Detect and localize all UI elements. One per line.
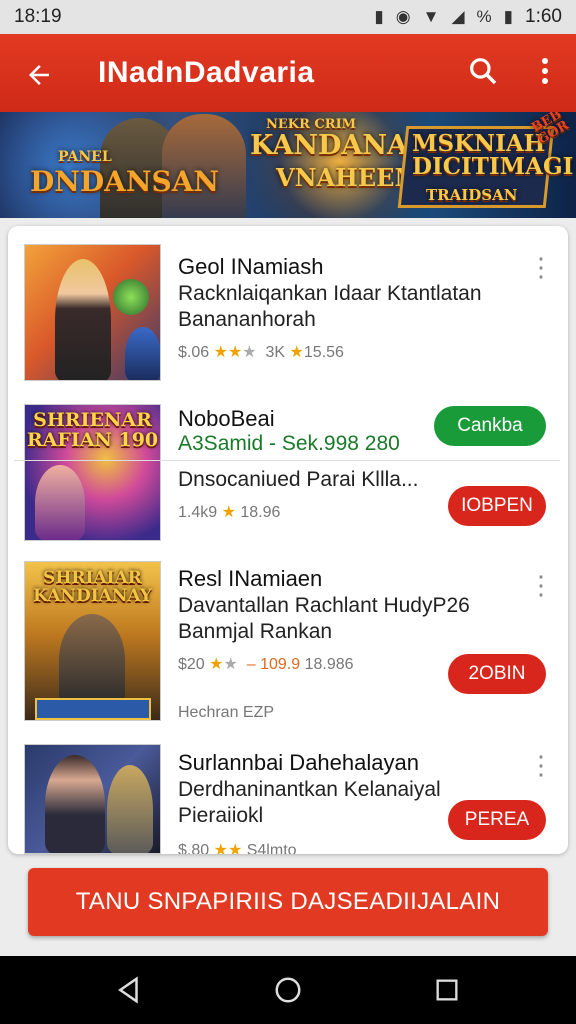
rank-label: – 109.9: [246, 656, 301, 673]
game-extra-info: Hechran EZP: [178, 704, 275, 721]
system-nav-bar: [0, 956, 576, 1024]
banner-text-left: DNDANSAN: [30, 165, 220, 198]
game-name: Surlannbai Dahehalayan: [178, 750, 419, 775]
status-icons: ▮ ◉ ▼ ◢ % ▮ 1:60: [374, 6, 562, 28]
game-thumbnail: SHRIENAR RAFIAN 190: [24, 404, 161, 541]
star-icon: ★: [289, 344, 304, 361]
signal-icon: ◢: [451, 7, 465, 26]
rating-label: S4lmto: [246, 842, 297, 854]
list-item[interactable]: SHRIENAR RAFIAN 190 NoboBeai A3Samid - S…: [8, 396, 568, 556]
star-icon: ★: [209, 656, 224, 673]
percent-glyph: %: [476, 7, 492, 26]
star-icon: ★★: [213, 842, 243, 854]
app-title: INadnDadvaria: [98, 56, 315, 89]
search-button[interactable]: [452, 55, 514, 92]
game-thumbnail: [24, 744, 161, 854]
nav-recents-button[interactable]: [417, 960, 477, 1020]
game-description: Derdhaninantkan Kelanaiyal: [178, 778, 441, 801]
search-icon: [470, 57, 497, 84]
game-meta: 1.4k9 ★ 18.96: [178, 502, 280, 522]
divider: [14, 460, 560, 461]
star-empty-icon: ★: [242, 344, 257, 361]
game-list-card: Geol INamiash Racknlaiqankan Idaar Ktant…: [8, 226, 568, 854]
game-meta: $20 ★★ – 109.9 18.986: [178, 654, 354, 674]
star-icon: ★: [221, 504, 236, 521]
alarm-icon: ◉: [395, 7, 411, 26]
banner-text-right: MSKNIAH DICITIMAGI: [412, 130, 574, 180]
status-time: 18:19: [14, 6, 62, 27]
thumbnail-title: SHRIENAR RAFIAN 190: [26, 409, 159, 451]
nav-home-icon: [275, 977, 301, 1003]
more-options-button[interactable]: [514, 56, 576, 91]
nav-home-button[interactable]: [258, 960, 318, 1020]
list-item[interactable]: Surlannbai Dahehalayan Derdhaninantkan K…: [8, 736, 568, 854]
status-battery-text: 1:60: [525, 6, 562, 27]
game-description: Dnsocaniued Parai Kllla...: [178, 468, 419, 491]
downloads-label: 3K: [265, 344, 286, 361]
game-description: Racknlaiqankan Idaar Ktantlatan: [178, 282, 482, 305]
price-label: $.80: [178, 842, 210, 854]
list-item[interactable]: Geol INamiash Racknlaiqankan Idaar Ktant…: [8, 226, 568, 396]
game-subtitle: A3Samid - Sek.998 280: [178, 432, 400, 455]
star-empty-icon: ★: [223, 656, 238, 673]
open-button[interactable]: 2OBIN: [448, 654, 546, 694]
vibrate-icon: ▮: [374, 7, 384, 26]
nav-back-button[interactable]: [99, 960, 159, 1020]
game-name: Geol INamiash: [178, 254, 324, 279]
status-bar: 18:19 ▮ ◉ ▼ ◢ % ▮ 1:60: [0, 0, 576, 34]
banner-text-right-sub: TRAIDSAN: [426, 186, 518, 204]
open-button[interactable]: IOBPEN: [448, 486, 546, 526]
promo-banner[interactable]: DNDANSAN PANEL NEKR CRIM KANDANAAR VNAHE…: [0, 112, 576, 218]
rating-label: 15.56: [303, 344, 344, 361]
rating-label: 18.986: [304, 656, 354, 673]
more-vert-icon: [542, 57, 548, 84]
item-more-button[interactable]: ⋮: [528, 750, 554, 780]
nav-recents-icon: [436, 979, 458, 1001]
battery-icon: ▮: [503, 7, 514, 26]
wifi-icon: ▼: [422, 7, 440, 26]
list-item[interactable]: SHRIAIAR KANDIANAY Resl INamiaen Davanta…: [8, 556, 568, 736]
thumbnail-title: SHRIAIAR KANDIANAY: [33, 568, 152, 606]
open-button[interactable]: PEREA: [448, 800, 546, 840]
nav-back-icon: [118, 976, 139, 1004]
game-description-2: Pieraiiokl: [178, 804, 264, 827]
bottom-action-button[interactable]: TANU SNPAPIRIIS DAJSEADIIJALAIN: [28, 868, 548, 936]
app-bar: INadnDadvaria: [0, 34, 576, 112]
game-meta: $.06 ★★★ 3K ★15.56: [178, 342, 344, 362]
price-label: $20: [178, 656, 205, 673]
game-description-2: Banmjal Rankan: [178, 620, 333, 643]
arrow-back-icon: [29, 65, 49, 86]
item-more-button[interactable]: ⋮: [528, 570, 554, 600]
game-thumbnail: [24, 244, 161, 381]
item-more-button[interactable]: ⋮: [528, 252, 554, 282]
game-name: NoboBeai: [178, 406, 275, 431]
game-meta: $.80 ★★ S4lmto: [178, 840, 297, 854]
game-name: Resl INamiaen: [178, 566, 323, 591]
price-label: $.06: [178, 344, 210, 361]
game-thumbnail: SHRIAIAR KANDIANAY: [24, 561, 161, 721]
banner-text-left-small: PANEL: [58, 149, 112, 165]
rating-label: 18.96: [240, 504, 281, 521]
game-description: Davantallan Rachlant HudyP26: [178, 594, 470, 617]
star-icon: ★★: [213, 344, 243, 361]
downloads-label: 1.4k9: [178, 504, 218, 521]
back-button[interactable]: [0, 34, 78, 112]
game-description-2: Banananhorah: [178, 308, 316, 331]
install-button[interactable]: Cankba: [434, 406, 546, 446]
